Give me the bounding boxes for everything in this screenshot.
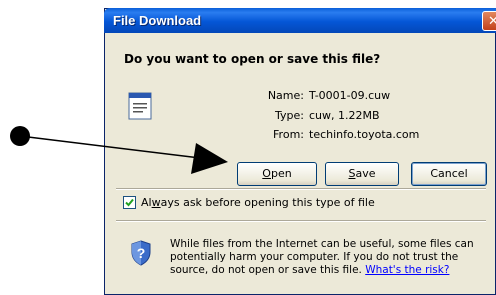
pointer-arrow-icon	[10, 126, 228, 174]
